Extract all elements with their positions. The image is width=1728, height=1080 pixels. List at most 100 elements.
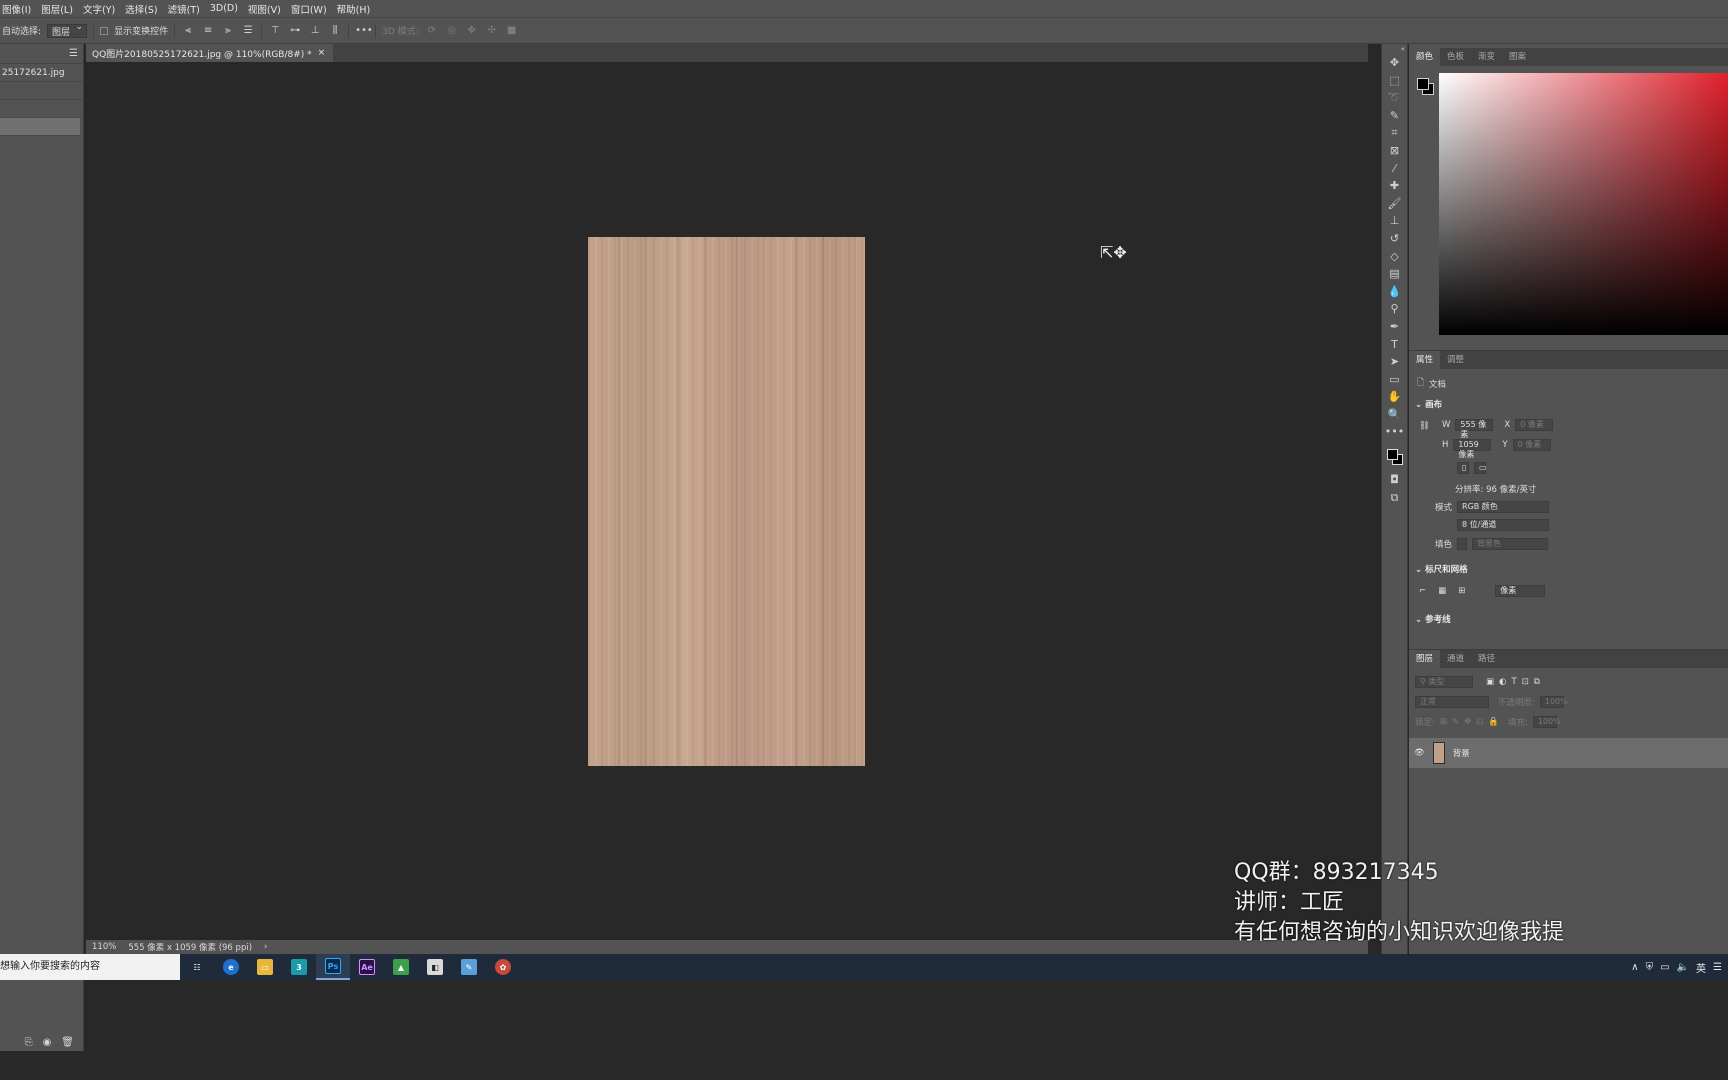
dodge-tool-icon[interactable]: ⚲ [1382,300,1407,318]
zoom-tool-icon[interactable]: 🔍 [1382,406,1407,424]
photoshop-icon[interactable]: Ps [316,954,350,980]
filter-type-icon[interactable]: T [1511,677,1516,687]
brush-tool-icon[interactable]: 🖌 [1382,195,1407,213]
rulers-section-header[interactable]: ⌄ 标尺和网格 [1415,563,1468,575]
portrait-icon[interactable]: ▯ [1457,462,1469,474]
frame-tool-icon[interactable]: ⊠ [1382,142,1407,160]
align-bottom-icon[interactable]: ⊥ [308,24,322,38]
history-item-selected[interactable] [0,118,80,136]
show-transform-checkbox[interactable] [100,26,109,35]
ruler-icon[interactable]: ⌐ [1419,586,1426,596]
bit-depth-dropdown[interactable]: 8 位/通道 [1457,519,1549,531]
type-tool-icon[interactable]: T [1382,336,1407,354]
tab-layers[interactable]: 图层 [1409,650,1441,668]
folder-icon[interactable]: ▭ [248,954,282,980]
guides-section-header[interactable]: ⌄ 参考线 [1415,613,1451,625]
marquee-tool-icon[interactable]: ⬚ [1382,72,1407,90]
chevron-up-icon[interactable]: ∧ [1631,962,1638,973]
fill-field[interactable]: 100% [1532,716,1561,728]
stamp-tool-icon[interactable]: ⊥ [1382,212,1407,230]
eraser-tool-icon[interactable]: ◇ [1382,248,1407,266]
shield-icon[interactable]: ⛨ [1646,962,1654,973]
tab-swatches[interactable]: 色板 [1440,48,1471,66]
layer-row-background[interactable]: 👁 背景 [1409,738,1728,768]
filter-smart-icon[interactable]: ⧉ [1534,677,1540,687]
auto-select-dropdown[interactable]: 图层 [47,22,88,38]
history-item[interactable] [0,82,83,100]
link-icon[interactable]: ⛓ [1419,421,1430,431]
landscape-icon[interactable]: ▭ [1474,462,1487,474]
trash-icon[interactable]: 🗑 [61,1037,74,1048]
camera-icon[interactable]: ◉ [43,1037,52,1048]
pixel-grid-icon[interactable]: ⊞ [1458,586,1465,596]
tab-gradients[interactable]: 渐变 [1471,48,1502,66]
document-tab[interactable]: QQ图片20180525172621.jpg @ 110%(RGB/8#) * … [86,44,334,62]
panel-menu-icon[interactable]: ☰ [69,48,78,59]
canvas-area[interactable] [86,62,1368,940]
tab-properties[interactable]: 属性 [1409,351,1441,369]
fill-swatch[interactable] [1457,538,1468,550]
distribute-vertical-icon[interactable]: ⫼ [328,24,342,38]
gradient-tool-icon[interactable]: ▤ [1382,265,1407,283]
foreground-color-swatch[interactable] [1387,449,1398,461]
align-left-icon[interactable]: ⫷ [181,24,195,38]
screen-mode-icon[interactable]: ⧉ [1382,489,1407,507]
more-tools-icon[interactable]: ••• [1382,423,1407,441]
image-viewer-icon[interactable]: ▲ [384,954,418,980]
blur-tool-icon[interactable]: 💧 [1382,283,1407,301]
menu-window[interactable]: 窗口(W) [291,2,327,16]
status-arrow-icon[interactable]: › [264,942,267,952]
history-snapshot[interactable]: 25172621.jpg [0,64,83,82]
tab-patterns[interactable]: 图案 [1502,48,1533,66]
3d-slide-icon[interactable]: ✣ [485,24,499,38]
bird-app-icon[interactable]: ✿ [486,954,520,980]
lock-paint-icon[interactable]: ✎ [1452,717,1459,727]
distribute-horizontal-icon[interactable]: ☰ [241,24,255,38]
move-tool-icon[interactable]: ✥ [1382,54,1407,72]
color-picker-field[interactable] [1439,73,1728,335]
quick-select-tool-icon[interactable]: ✎ [1382,107,1407,125]
browser-icon[interactable]: e [214,954,248,980]
menu-layer[interactable]: 图层(L) [41,2,73,16]
image-editor-icon[interactable]: ✎ [452,954,486,980]
3dsmax-icon[interactable]: 3 [282,954,316,980]
align-right-icon[interactable]: ⫸ [221,24,235,38]
history-item[interactable] [0,100,83,118]
3d-orbit-icon[interactable]: ⟳ [425,24,439,38]
fill-dropdown[interactable]: 背景色 [1472,538,1549,550]
more-options-icon[interactable]: ••• [355,24,373,38]
menu-filter[interactable]: 滤镜(T) [168,2,200,16]
height-field[interactable]: 1059 像素 [1453,439,1492,459]
new-document-from-state-icon[interactable]: ⎘ [25,1037,33,1048]
width-field[interactable]: 555 像素 [1455,419,1494,439]
menu-image[interactable]: 图像(I) [2,2,31,16]
ime-indicator[interactable]: 英 [1696,960,1706,975]
layer-filter-dropdown[interactable]: ⚲ 类型 [1415,676,1473,688]
blend-mode-dropdown[interactable]: 正常 [1415,696,1489,708]
screen-capture-icon[interactable]: ◧ [418,954,452,980]
tab-channels[interactable]: 通道 [1440,650,1471,668]
grid-icon[interactable]: ▦ [1438,586,1446,596]
menu-help[interactable]: 帮助(H) [337,2,371,16]
units-dropdown[interactable]: 像素 [1495,585,1546,597]
tab-paths[interactable]: 路径 [1471,650,1502,668]
x-field[interactable]: 0 像素 [1515,419,1554,431]
tab-color[interactable]: 颜色 [1409,48,1441,66]
volume-icon[interactable]: 🔈 [1677,962,1689,973]
menu-view[interactable]: 视图(V) [248,2,281,16]
canvas-section-header[interactable]: ⌄ 画布 [1415,398,1442,410]
path-select-tool-icon[interactable]: ➤ [1382,353,1407,371]
eye-icon[interactable]: 👁 [1414,748,1425,758]
lock-artboard-icon[interactable]: ⊡ [1476,717,1483,727]
close-tab-icon[interactable]: × [318,48,326,58]
notification-icon[interactable]: ☰ [1713,962,1722,973]
aftereffects-icon[interactable]: Ae [350,954,384,980]
align-center-icon[interactable]: ≡ [201,24,215,38]
collapse-icon[interactable]: « [1382,44,1407,54]
lock-all-icon[interactable]: 🔒 [1488,717,1499,727]
tab-adjustments[interactable]: 调整 [1440,351,1471,369]
menu-select[interactable]: 选择(S) [125,2,157,16]
3d-scale-icon[interactable]: ■ [505,24,519,38]
filter-adjust-icon[interactable]: ◐ [1499,677,1506,687]
foreground-background-colors[interactable] [1382,441,1407,471]
